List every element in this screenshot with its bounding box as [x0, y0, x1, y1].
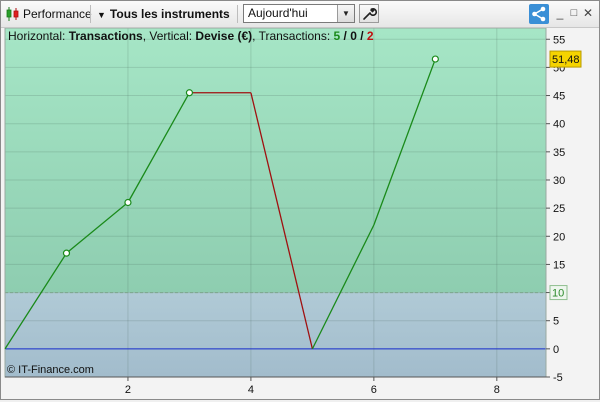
- y-tick-label: 15: [553, 259, 565, 271]
- chart-legend: Horizontal: Transactions, Vertical: Devi…: [8, 29, 374, 43]
- y-tick-label: 5: [553, 316, 559, 328]
- performance-chart: 5550454035302520151050-51051,48 2468: [1, 27, 599, 400]
- performance-window: Performance ▼ Tous les instruments Aujour…: [0, 0, 600, 400]
- legend-tx-losing: 2: [366, 29, 374, 43]
- last-value-label: 51,48: [552, 54, 580, 66]
- legend-tx-sep: /: [356, 29, 367, 43]
- x-tick-label: 2: [125, 384, 131, 396]
- candlestick-icon: [6, 7, 19, 21]
- legend-vertical-value: Devise (€): [195, 29, 253, 43]
- data-point: [431, 55, 439, 63]
- x-tick-label: 8: [494, 384, 500, 396]
- legend-tx-neutral: 0: [350, 29, 357, 43]
- close-icon[interactable]: ✕: [581, 5, 595, 21]
- threshold-label: 10: [552, 288, 564, 300]
- share-button[interactable]: [529, 4, 549, 24]
- data-point: [62, 249, 71, 257]
- chevron-down-icon: ▼: [97, 10, 106, 20]
- x-axis: 2 4 6 8: [1, 376, 547, 400]
- toolbar-separator: [237, 5, 238, 23]
- chevron-down-icon[interactable]: ▼: [337, 5, 354, 22]
- data-point: [185, 89, 194, 97]
- x-tick-label: 4: [248, 384, 254, 396]
- minimize-icon[interactable]: _: [553, 5, 567, 21]
- share-icon: [532, 6, 546, 22]
- x-axis-background: [1, 378, 547, 400]
- y-tick-label: 20: [553, 231, 565, 243]
- period-value: Aujourd'hui: [248, 6, 308, 20]
- toolbar: Performance ▼ Tous les instruments Aujour…: [1, 1, 599, 28]
- chart-canvas: 5550454035302520151050-51051,48 2468: [1, 27, 599, 400]
- y-tick-label: 35: [553, 147, 565, 159]
- y-tick-label: -5: [553, 372, 563, 384]
- period-select[interactable]: Aujourd'hui ▼: [243, 4, 355, 23]
- copyright: © IT-Finance.com: [7, 364, 94, 376]
- legend-horizontal-prefix: Horizontal:: [8, 29, 69, 43]
- data-point: [124, 198, 132, 207]
- y-tick-label: 40: [553, 119, 565, 131]
- y-axis: 5550454035302520151050-51051,48: [546, 28, 599, 399]
- maximize-icon[interactable]: □: [567, 5, 581, 21]
- y-tick-label: 55: [553, 34, 565, 46]
- legend-tx-sep: /: [340, 29, 351, 43]
- toolbar-separator: [90, 5, 91, 23]
- y-tick-label: 30: [553, 175, 565, 187]
- legend-transactions-prefix: , Transactions:: [252, 29, 334, 43]
- legend-horizontal-value: Transactions: [68, 29, 143, 43]
- performance-menu[interactable]: Performance: [23, 4, 92, 24]
- y-tick-label: 45: [553, 91, 565, 103]
- y-tick-label: 0: [553, 344, 559, 356]
- y-tick-label: 25: [553, 203, 565, 215]
- x-tick-label: 6: [371, 384, 377, 396]
- wrench-icon: [363, 8, 377, 20]
- settings-button[interactable]: [359, 4, 379, 23]
- instruments-label: Tous les instruments: [109, 7, 230, 21]
- legend-vertical-prefix: , Vertical:: [142, 29, 196, 43]
- instruments-selector[interactable]: ▼ Tous les instruments: [97, 4, 230, 24]
